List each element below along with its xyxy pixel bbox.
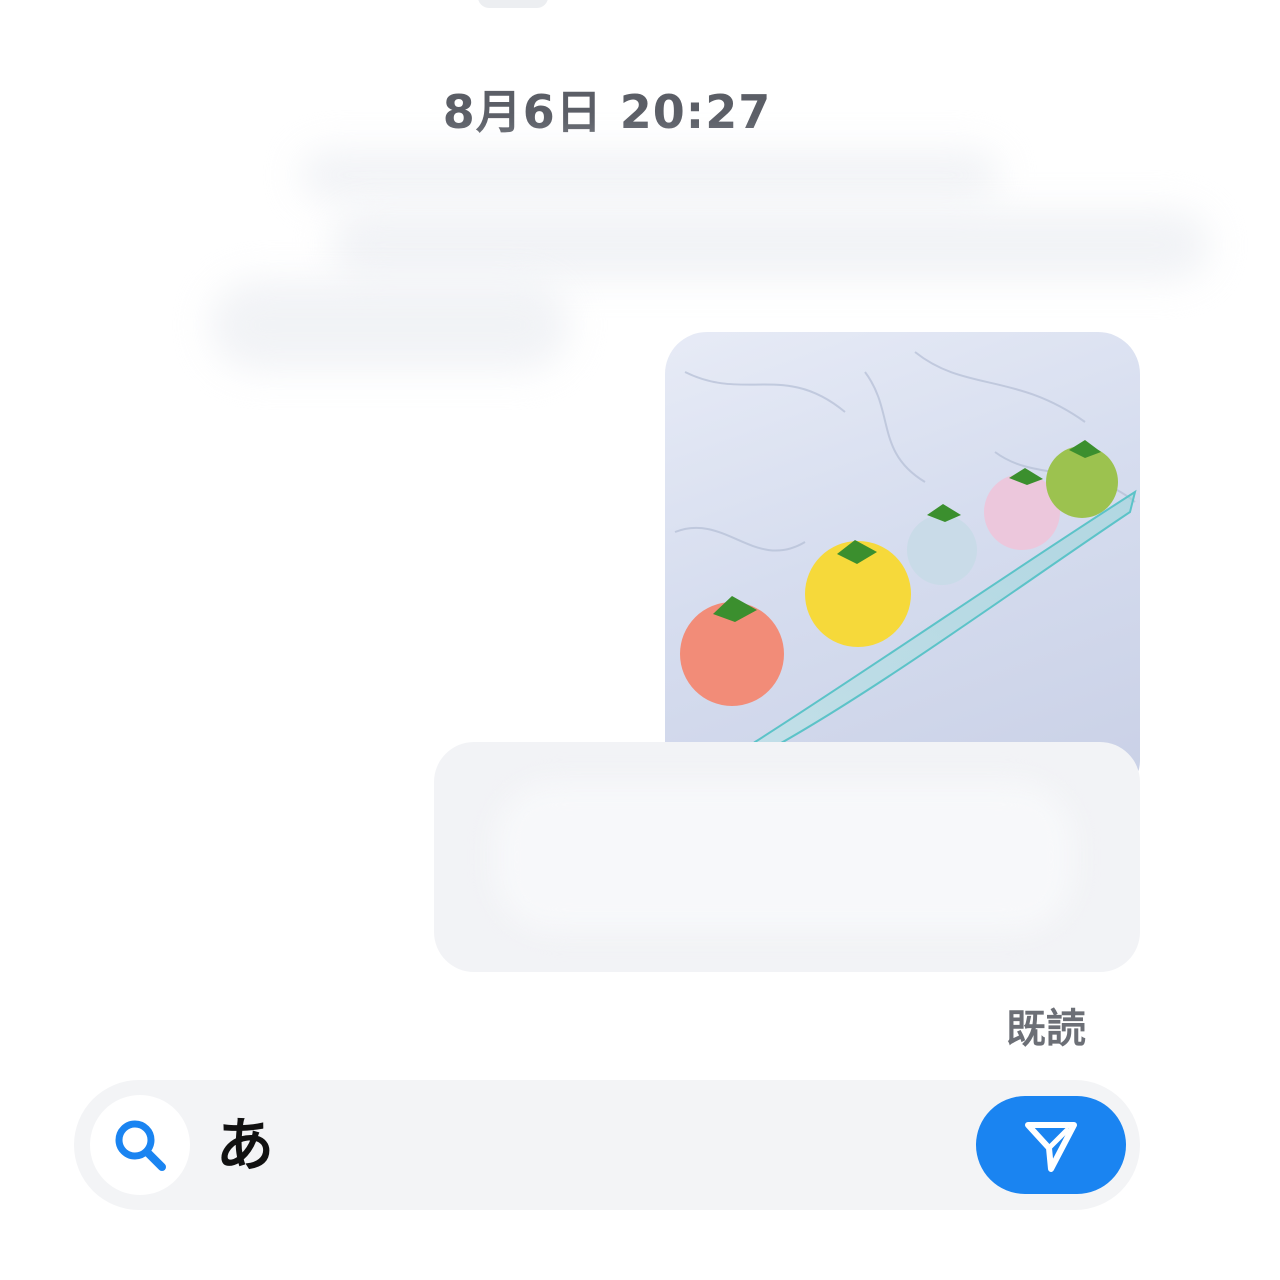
search-icon xyxy=(115,1120,166,1171)
top-handle xyxy=(478,0,548,8)
send-icon xyxy=(1025,1122,1077,1172)
send-button[interactable] xyxy=(976,1096,1126,1194)
message-composer: あ xyxy=(74,1080,1140,1210)
read-receipt: 既読 xyxy=(1006,1006,1086,1052)
message-input[interactable]: あ xyxy=(216,1108,956,1182)
blurred-message-bubble[interactable] xyxy=(434,742,1140,972)
photo-message[interactable] xyxy=(665,332,1140,802)
search-button[interactable] xyxy=(90,1095,190,1195)
message-timestamp: 8月6日 20:27 xyxy=(442,85,772,139)
dessert-photo xyxy=(674,351,1137,754)
